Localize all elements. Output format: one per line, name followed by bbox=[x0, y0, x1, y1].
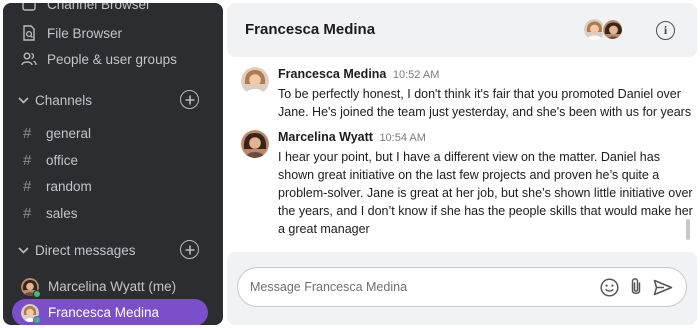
conversation-title: Francesca Medina bbox=[245, 21, 376, 38]
hash-icon: # bbox=[23, 204, 32, 222]
channel-item-office[interactable]: # office bbox=[3, 148, 223, 172]
hash-icon: # bbox=[23, 124, 32, 142]
send-icon[interactable] bbox=[652, 277, 674, 297]
message-timestamp: 10:52 AM bbox=[392, 69, 440, 81]
channels-section-header[interactable]: Channels bbox=[3, 87, 223, 113]
direct-messages-label: Direct messages bbox=[35, 242, 136, 258]
message-input[interactable] bbox=[250, 278, 580, 296]
people-icon bbox=[21, 51, 37, 67]
presence-indicator bbox=[33, 315, 41, 324]
add-channel-button[interactable] bbox=[180, 90, 199, 109]
channel-label: office bbox=[46, 152, 79, 168]
plus-icon bbox=[185, 245, 194, 254]
dm-item-marcelina-wyatt[interactable]: Marcelina Wyatt (me) bbox=[3, 273, 223, 300]
channel-label: random bbox=[46, 178, 92, 194]
message-text: To be perfectly honest, I don't think it… bbox=[278, 87, 692, 119]
avatar bbox=[602, 19, 623, 40]
avatar bbox=[21, 303, 41, 324]
conversation-header: Francesca Medina i bbox=[227, 3, 697, 57]
sidebar-item-channel-browser[interactable]: Channel Browser bbox=[3, 3, 223, 17]
sidebar-item-label: File Browser bbox=[47, 25, 123, 41]
file-search-icon bbox=[21, 25, 37, 41]
paperclip-icon[interactable] bbox=[626, 277, 646, 297]
plus-icon bbox=[185, 95, 194, 104]
message-author[interactable]: Marcelina Wyatt bbox=[278, 130, 373, 144]
message-timestamp: 10:54 AM bbox=[379, 132, 426, 144]
info-icon[interactable]: i bbox=[656, 21, 675, 40]
dm-item-francesca-medina[interactable]: Francesca Medina bbox=[12, 299, 208, 325]
avatar[interactable] bbox=[241, 67, 269, 95]
sidebar-item-people[interactable]: People & user groups bbox=[3, 46, 223, 72]
message-author[interactable]: Francesca Medina bbox=[278, 67, 386, 81]
channel-item-random[interactable]: # random bbox=[3, 174, 223, 198]
participants-avatars[interactable] bbox=[584, 19, 624, 41]
dm-label: Francesca Medina bbox=[48, 305, 160, 320]
message-meta: Francesca Medina 10:52 AM bbox=[278, 67, 439, 81]
channel-label: general bbox=[46, 125, 92, 141]
sidebar: Channel Browser File Browser People & us… bbox=[3, 3, 223, 325]
channel-label: sales bbox=[46, 205, 78, 221]
sidebar-item-label: Channel Browser bbox=[47, 3, 151, 12]
chevron-down-icon bbox=[17, 94, 29, 106]
channel-item-general[interactable]: # general bbox=[3, 121, 223, 145]
hash-icon: # bbox=[23, 151, 32, 169]
message-composer bbox=[237, 267, 687, 307]
dm-label: Marcelina Wyatt (me) bbox=[48, 279, 177, 294]
composer-area bbox=[227, 252, 697, 325]
conversation-pane: Francesca Medina i Francesca Medina 10:5… bbox=[227, 3, 697, 325]
message-text: I hear your point, but I have a differen… bbox=[278, 150, 693, 236]
channel-item-sales[interactable]: # sales bbox=[3, 201, 223, 225]
channels-label: Channels bbox=[35, 92, 93, 108]
hash-icon: # bbox=[23, 177, 32, 195]
avatar bbox=[21, 277, 41, 298]
message-meta: Marcelina Wyatt 10:54 AM bbox=[278, 130, 426, 144]
direct-messages-section-header[interactable]: Direct messages bbox=[3, 237, 223, 263]
chevron-down-icon bbox=[17, 244, 29, 256]
add-direct-message-button[interactable] bbox=[180, 240, 199, 259]
sidebar-item-label: People & user groups bbox=[47, 51, 177, 67]
presence-indicator bbox=[33, 289, 41, 298]
emoji-icon[interactable] bbox=[599, 277, 619, 297]
channel-browser-icon bbox=[21, 3, 37, 12]
avatar[interactable] bbox=[241, 130, 269, 158]
sidebar-item-file-browser[interactable]: File Browser bbox=[3, 20, 223, 46]
scrollbar-thumb[interactable] bbox=[686, 219, 690, 240]
